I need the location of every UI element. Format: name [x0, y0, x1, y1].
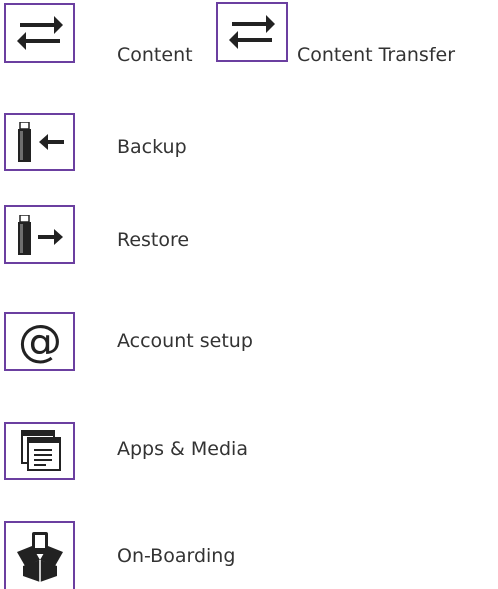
backup-icon	[4, 113, 75, 171]
menu-item-onboarding[interactable]: On-Boarding	[0, 519, 498, 589]
svg-text:@: @	[18, 320, 62, 364]
content-transfer-icon	[4, 3, 75, 63]
menu-item-label: Content Transfer	[297, 44, 456, 66]
menu-item-apps-media[interactable]: Apps & Media	[0, 420, 498, 490]
menu-item-label: Backup	[117, 136, 187, 158]
menu-item-restore[interactable]: Restore	[0, 202, 498, 272]
content-transfer-icon	[216, 2, 288, 62]
menu-item-label: Account setup	[117, 330, 253, 352]
menu-item-label: Restore	[117, 229, 190, 251]
apps-media-icon	[4, 422, 75, 480]
menu-item-label: On-Boarding	[117, 545, 236, 567]
menu-item-backup[interactable]: Backup	[0, 110, 498, 180]
menu-item-label: Apps & Media	[117, 438, 248, 460]
account-setup-icon: @	[4, 312, 75, 371]
restore-icon	[4, 205, 75, 264]
menu-item-label: Content	[117, 44, 193, 66]
onboarding-icon	[4, 521, 75, 589]
menu-item-account-setup[interactable]: @ Account setup	[0, 310, 498, 380]
menu-item-content-transfer[interactable]: Content Content Transfer	[0, 0, 498, 70]
